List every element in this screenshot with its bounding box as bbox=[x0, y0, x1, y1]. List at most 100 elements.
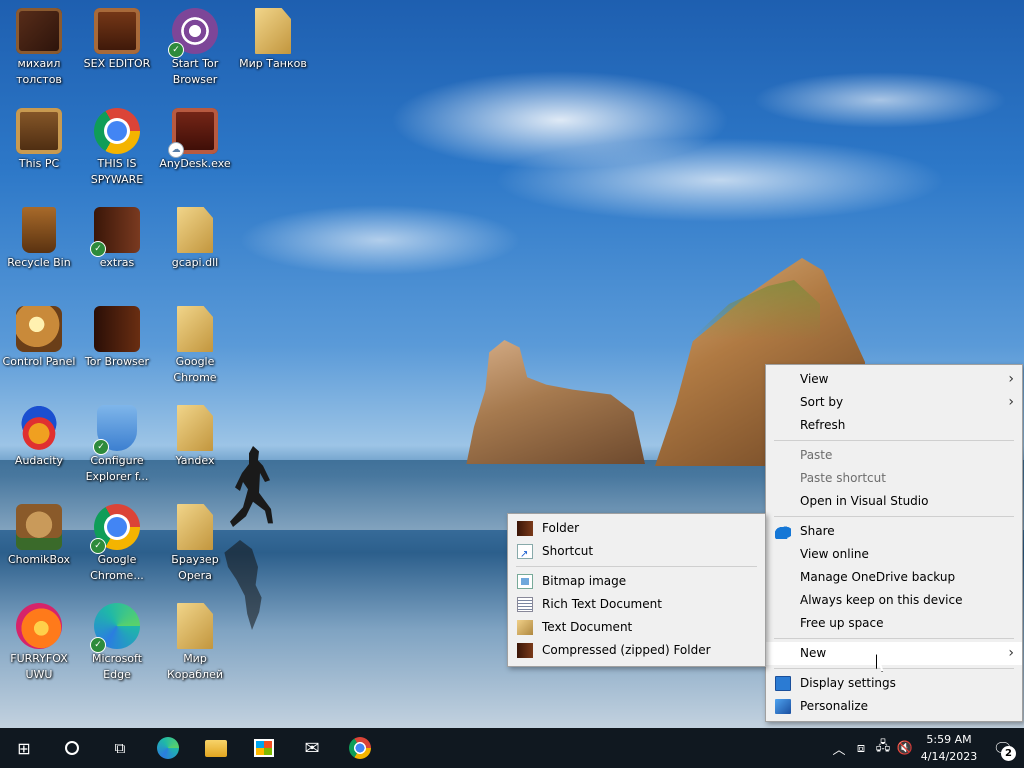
desktop-icon[interactable]: gcapi.dll bbox=[156, 201, 234, 291]
desktop-icon[interactable]: SEX EDITOR bbox=[78, 2, 156, 92]
desktop-icon[interactable]: Браузер Opera bbox=[156, 498, 234, 588]
file-icon bbox=[177, 405, 213, 451]
desktop-icon[interactable]: ChomikBox bbox=[0, 498, 78, 588]
chomikbox-icon bbox=[16, 504, 62, 550]
menu-item-open-in-visual-studio[interactable]: Open in Visual Studio bbox=[766, 490, 1022, 513]
tray-app-button[interactable]: ⧈ bbox=[850, 741, 872, 756]
desktop-icon-label: Control Panel bbox=[2, 355, 76, 368]
desktop-icon-label: Microsoft Edge bbox=[91, 652, 143, 681]
menu-item-free-up-space[interactable]: Free up space bbox=[766, 612, 1022, 635]
new-item-text-document[interactable]: Text Document bbox=[508, 616, 765, 639]
taskbar-file-explorer-button[interactable] bbox=[192, 728, 240, 768]
menu-item-manage-onedrive-backup[interactable]: Manage OneDrive backup bbox=[766, 566, 1022, 589]
shortcut-icon bbox=[517, 543, 533, 566]
task-view-button[interactable]: ⧉ bbox=[96, 728, 144, 768]
desktop-icon-label: THIS IS SPYWARE bbox=[90, 157, 144, 186]
new-item-folder[interactable]: Folder bbox=[508, 517, 765, 540]
file-icon bbox=[177, 603, 213, 649]
edge-icon bbox=[157, 737, 179, 759]
desktop-icon-label: AnyDesk.exe bbox=[159, 157, 231, 170]
menu-item-view-online[interactable]: View online bbox=[766, 543, 1022, 566]
menu-item-personalize[interactable]: Personalize bbox=[766, 695, 1022, 718]
clock-date: 4/14/2023 bbox=[920, 750, 978, 763]
clock-button[interactable]: 5:59 AM 4/14/2023 bbox=[916, 731, 982, 765]
desktop-icon[interactable]: Audacity bbox=[0, 399, 78, 489]
desktop-icon[interactable]: Мир Кораблей bbox=[156, 597, 234, 687]
new-submenu: Folder Shortcut Bitmap image Rich Text D… bbox=[507, 513, 766, 667]
taskbar-store-button[interactable] bbox=[240, 728, 288, 768]
show-hidden-icons-button[interactable]: ︿ bbox=[828, 739, 850, 758]
sync-check-icon: ✓ bbox=[90, 538, 106, 554]
menu-item-always-keep[interactable]: Always keep on this device bbox=[766, 589, 1022, 612]
menu-item-share[interactable]: Share bbox=[766, 520, 1022, 543]
menu-item-sort-by[interactable]: Sort by › bbox=[766, 391, 1022, 414]
desktop-icon[interactable]: ✓ Start Tor Browser bbox=[156, 2, 234, 92]
search-button[interactable] bbox=[48, 728, 96, 768]
menu-item-display-settings[interactable]: Display settings bbox=[766, 672, 1022, 695]
desktop-icon[interactable]: Tor Browser bbox=[78, 300, 156, 390]
menu-separator bbox=[774, 668, 1014, 669]
sync-check-icon: ✓ bbox=[90, 637, 106, 653]
desktop-icon[interactable]: ✓ Configure Explorer f... bbox=[78, 399, 156, 489]
desktop-icon[interactable]: ✓ Google Chrome... bbox=[78, 498, 156, 588]
chevron-up-icon: ︿ bbox=[832, 742, 846, 758]
desktop-icon[interactable]: ✓ extras bbox=[78, 201, 156, 291]
taskbar-chrome-button[interactable] bbox=[336, 728, 384, 768]
desktop-icon[interactable]: This PC bbox=[0, 102, 78, 192]
desktop-icon-label: Start Tor Browser bbox=[171, 57, 219, 86]
desktop-icon[interactable]: Google Chrome bbox=[156, 300, 234, 390]
menu-item-label: Open in Visual Studio bbox=[800, 494, 929, 508]
menu-item-new[interactable]: New › bbox=[766, 642, 1022, 665]
firefox-icon bbox=[16, 603, 62, 649]
menu-item-label: Paste shortcut bbox=[800, 471, 886, 485]
cloud-icon: ☁ bbox=[168, 142, 184, 158]
desktop-icon[interactable]: Control Panel bbox=[0, 300, 78, 390]
zip-folder-icon bbox=[517, 643, 533, 658]
menu-item-label: Sort by bbox=[800, 395, 844, 409]
desktop-icon-label: ChomikBox bbox=[8, 553, 70, 566]
menu-item-paste: Paste bbox=[766, 444, 1022, 467]
chrome-icon: ✓ bbox=[90, 504, 140, 554]
start-button[interactable]: ⊞ bbox=[0, 728, 48, 768]
desktop-icon[interactable]: Мир Танков bbox=[234, 2, 312, 92]
rich-text-icon bbox=[517, 597, 533, 612]
menu-item-label: Rich Text Document bbox=[542, 597, 662, 611]
taskbar-edge-button[interactable] bbox=[144, 728, 192, 768]
chevron-right-icon: › bbox=[1008, 394, 1014, 410]
store-icon bbox=[254, 739, 274, 757]
menu-item-view[interactable]: View › bbox=[766, 368, 1022, 391]
desktop-icon[interactable]: ✓ Microsoft Edge bbox=[78, 597, 156, 687]
chrome-icon bbox=[349, 737, 371, 759]
moss-scenery bbox=[690, 280, 820, 340]
desktop-icon[interactable]: ☁ AnyDesk.exe bbox=[156, 102, 234, 192]
dll-file-icon bbox=[177, 207, 213, 253]
desktop-icon-label: Audacity bbox=[14, 454, 64, 467]
menu-item-label: New bbox=[800, 646, 827, 660]
network-button[interactable]: 🖧 bbox=[872, 737, 894, 759]
desktop-icon-label: Recycle Bin bbox=[7, 256, 71, 269]
new-item-rich-text[interactable]: Rich Text Document bbox=[508, 593, 765, 616]
menu-item-refresh[interactable]: Refresh bbox=[766, 414, 1022, 437]
desktop-icon[interactable]: THIS IS SPYWARE bbox=[78, 102, 156, 192]
sync-check-icon: ✓ bbox=[168, 42, 184, 58]
rock-scenery bbox=[466, 340, 645, 464]
bitmap-icon bbox=[517, 574, 533, 589]
new-item-shortcut[interactable]: Shortcut bbox=[508, 540, 765, 566]
chevron-right-icon: › bbox=[1008, 371, 1014, 387]
new-item-zip-folder[interactable]: Compressed (zipped) Folder bbox=[508, 639, 765, 662]
menu-separator bbox=[774, 516, 1014, 517]
desktop-icon[interactable]: михаил толстов bbox=[0, 2, 78, 92]
taskbar-mail-button[interactable]: ✉ bbox=[288, 728, 336, 768]
action-center-button[interactable]: 🗨 2 bbox=[982, 728, 1024, 768]
new-item-bitmap[interactable]: Bitmap image bbox=[508, 570, 765, 593]
desktop-icon[interactable]: Yandex bbox=[156, 399, 234, 489]
volume-button[interactable]: 🔇 bbox=[894, 741, 916, 756]
mail-icon: ✉ bbox=[304, 737, 320, 759]
display-icon bbox=[775, 676, 791, 691]
desktop-icon[interactable]: Recycle Bin bbox=[0, 201, 78, 291]
menu-item-label: Personalize bbox=[800, 699, 869, 713]
taskbar: ⊞ ⧉ ✉ ︿ ⧈ 🖧 🔇 5:59 AM 4/14/2023 2 bbox=[0, 728, 1024, 768]
menu-item-label: Paste bbox=[800, 448, 833, 462]
desktop[interactable]: михаил толстов This PC Recycle Bin Contr… bbox=[0, 0, 1024, 768]
desktop-icon[interactable]: FURRYFOX UWU bbox=[0, 597, 78, 687]
